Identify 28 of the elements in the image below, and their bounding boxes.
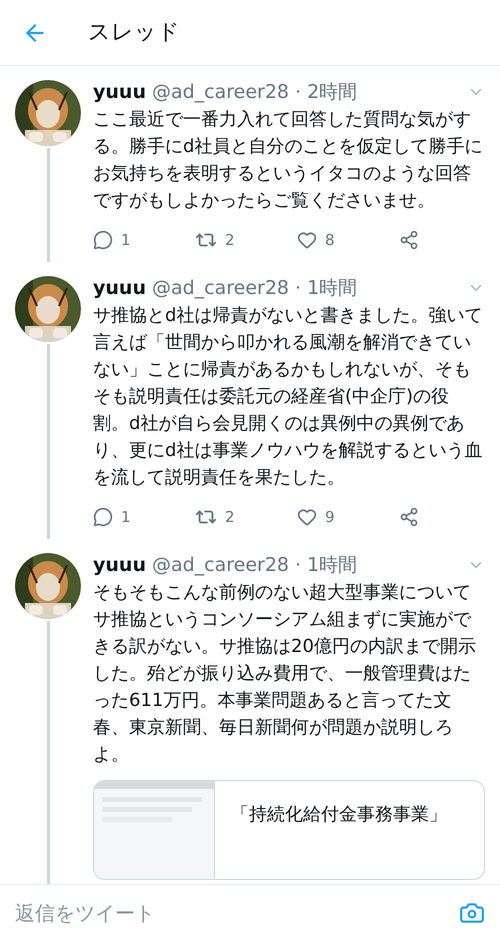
page-title: スレッド <box>88 19 180 47</box>
reply-field[interactable]: 返信をツイート <box>15 898 451 928</box>
share-icon[interactable] <box>399 230 419 250</box>
card-title: 「持続化給付金事務事業」 <box>231 804 447 825</box>
link-card[interactable]: 「持続化給付金事務事業」 <box>93 780 485 880</box>
user-handle: @ad_career28 <box>152 553 290 577</box>
like-icon[interactable] <box>297 507 317 527</box>
user-name: yuuu <box>93 553 146 577</box>
tweet-time: · 1時間 <box>295 276 358 300</box>
retweet-count: 2 <box>225 230 235 251</box>
reply-icon[interactable] <box>93 507 113 527</box>
like-count: 8 <box>325 230 335 251</box>
reply-icon[interactable] <box>93 230 113 250</box>
tweet-time: · 1時間 <box>295 553 358 577</box>
share-icon[interactable] <box>399 507 419 527</box>
like-count: 9 <box>325 506 335 528</box>
retweet-count: 2 <box>225 506 235 528</box>
tweet-time: · 2時間 <box>295 80 358 104</box>
reply-count: 1 <box>121 506 131 528</box>
reply-count: 1 <box>121 230 131 251</box>
tweet-text: サ推協とd社は帰責がないと書きました。強いて言えば「世間から叩かれる風潮を解消できていない」ことに帰責があるかもしれないが、そもそも説明責任は委託元の経産省(中企庁)の役割。d社が自ら会見開くのは異例中の異例であり、更にd社は事業ノウハウを解説するという血を流して説明責任を果たした。 <box>93 304 484 490</box>
user-handle: @ad_career28 <box>152 80 290 104</box>
tweet-text: そもそもこんな前例のない超大型事業についてサ推協というコンソーシアム組まずに実施ができる訳がない。サ推協は20億円の内訳まで開示した。殆どが振り込み費用で、一般管理費はたった611万円。本事業問題あると言ってた文春、東京新聞、毎日新聞何が問題か説明しろよ。 <box>93 581 477 767</box>
tweet-text: ここ最近で一番力入れて回答した質問な気がする。勝手にd社員と自分のことを仮定して勝手にお気持ちを表明するというイタコのような回答ですがもしよかったらご覧くださいませ。 <box>93 108 484 213</box>
like-icon[interactable] <box>297 230 317 250</box>
user-name: yuuu <box>93 80 146 104</box>
user-handle: @ad_career28 <box>152 276 290 300</box>
user-name: yuuu <box>93 276 146 300</box>
